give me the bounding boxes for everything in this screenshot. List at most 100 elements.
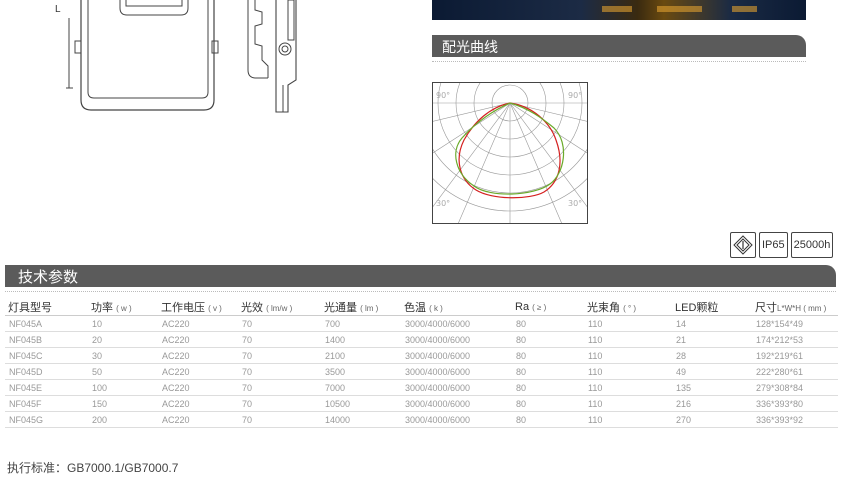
light-distribution-title: 配光曲线 [442,40,498,56]
table-cell: 110 [584,395,672,412]
column-header: 灯具型号 [5,299,88,316]
table-cell: NF045F [5,395,88,412]
table-row: NF045F 150 AC220 70 10500 3000/4000/6000 80 110… [5,395,838,412]
table-cell: AC220 [158,379,238,396]
polar-chart-svg: 90° 90° 30° 30° [432,82,588,224]
column-header: 光效 ( lm/w ) [238,299,321,316]
table-cell: 70 [238,331,321,348]
ip-rating-badge: IP65 [759,232,788,258]
angle-label-left-top: 90° [436,91,450,100]
table-cell: 3000/4000/6000 [401,363,512,380]
table-cell: AC220 [158,411,238,428]
table-cell: NF045C [5,347,88,364]
table-cell: 80 [512,411,584,428]
table-cell: 270 [672,411,752,428]
table-row: NF045C 30 AC220 70 2100 3000/4000/6000 80 110 28… [5,347,838,364]
table-cell: 279*308*84 [752,379,838,396]
table-cell: NF045D [5,363,88,380]
table-cell: AC220 [158,347,238,364]
table-cell: 216 [672,395,752,412]
table-cell: 14 [672,315,752,332]
table-cell: 70 [238,411,321,428]
table-cell: 174*212*53 [752,331,838,348]
light-distribution-header: 配光曲线 [432,35,806,57]
light-distribution-chart: 90° 90° 30° 30° [432,82,588,224]
angle-label-right-bottom: 30° [568,199,582,208]
table-cell: 7000 [321,379,401,396]
execution-standard: 执行标准：GB7000.1/GB7000.7 [7,461,179,475]
column-header: 工作电压 ( v ) [158,299,238,316]
table-cell: 3000/4000/6000 [401,379,512,396]
table-cell: NF045B [5,331,88,348]
table-cell: 80 [512,331,584,348]
column-header: 尺寸L*W*H ( mm ) [752,299,838,316]
divider [5,291,836,292]
table-cell: 70 [238,363,321,380]
table-cell: 49 [672,363,752,380]
table-cell: 70 [238,315,321,332]
table-cell: 3000/4000/6000 [401,347,512,364]
table-row: NF045D 50 AC220 70 3500 3000/4000/6000 80 110 49… [5,363,838,380]
table-cell: 192*219*61 [752,347,838,364]
table-cell: 30 [88,347,158,364]
table-cell: 2100 [321,347,401,364]
table-cell: 135 [672,379,752,396]
dimension-label: L [55,4,61,15]
application-photo [432,0,806,20]
table-cell: 110 [584,315,672,332]
table-cell: NF045G [5,411,88,428]
table-cell: AC220 [158,315,238,332]
table-cell: 700 [321,315,401,332]
table-cell: 3000/4000/6000 [401,411,512,428]
column-header: Ra ( ≥ ) [512,299,584,316]
table-header-row: 灯具型号 功率 ( w ) 工作电压 ( v ) 光效 ( lm/w ) 光通量… [5,299,838,316]
table-cell: 70 [238,347,321,364]
table-cell: 336*393*92 [752,411,838,428]
tech-params-header: 技术参数 [5,265,836,287]
certification-badges: IP65 25000h [730,232,834,258]
column-header: 色温 ( k ) [401,299,512,316]
table-cell: 150 [88,395,158,412]
table-cell: 110 [584,379,672,396]
product-outline-drawing [66,0,297,113]
table-cell: AC220 [158,363,238,380]
table-cell: 80 [512,315,584,332]
column-header: 光束角 ( ° ) [584,299,672,316]
table-cell: 3000/4000/6000 [401,395,512,412]
table-cell: 1400 [321,331,401,348]
table-cell: 28 [672,347,752,364]
table-cell: 21 [672,331,752,348]
angle-label-right-top: 90° [568,91,582,100]
table-cell: 10 [88,315,158,332]
tech-params-title: 技术参数 [18,268,79,286]
table-cell: 128*154*49 [752,315,838,332]
table-row: NF045G 200 AC220 70 14000 3000/4000/6000 80 110… [5,411,838,428]
column-header: LED颗粒 [672,299,752,316]
table-cell: 80 [512,363,584,380]
table-cell: 80 [512,395,584,412]
table-cell: 110 [584,411,672,428]
table-cell: NF045E [5,379,88,396]
lifetime-badge: 25000h [790,232,834,258]
class-ii-insulation-icon [730,232,756,258]
table-row: NF045B 20 AC220 70 1400 3000/4000/6000 80 110 21… [5,331,838,348]
table-cell: 200 [88,411,158,428]
table-cell: 3500 [321,363,401,380]
table-cell: 10500 [321,395,401,412]
table-row: NF045E 100 AC220 70 7000 3000/4000/6000 80 110 1… [5,379,838,396]
table-cell: 50 [88,363,158,380]
table-cell: 20 [88,331,158,348]
table-cell: 3000/4000/6000 [401,331,512,348]
table-cell: 100 [88,379,158,396]
table-cell: 70 [238,379,321,396]
column-header: 光通量 ( lm ) [321,299,401,316]
table-cell: AC220 [158,395,238,412]
table-cell: 80 [512,347,584,364]
angle-label-left-bottom: 30° [436,199,450,208]
table-cell: NF045A [5,315,88,332]
table-cell: 110 [584,347,672,364]
table-cell: 3000/4000/6000 [401,315,512,332]
table-cell: 222*280*61 [752,363,838,380]
table-row: NF045A 10 AC220 70 700 3000/4000/6000 80 110 14 1… [5,315,838,332]
product-drawing [0,0,420,120]
